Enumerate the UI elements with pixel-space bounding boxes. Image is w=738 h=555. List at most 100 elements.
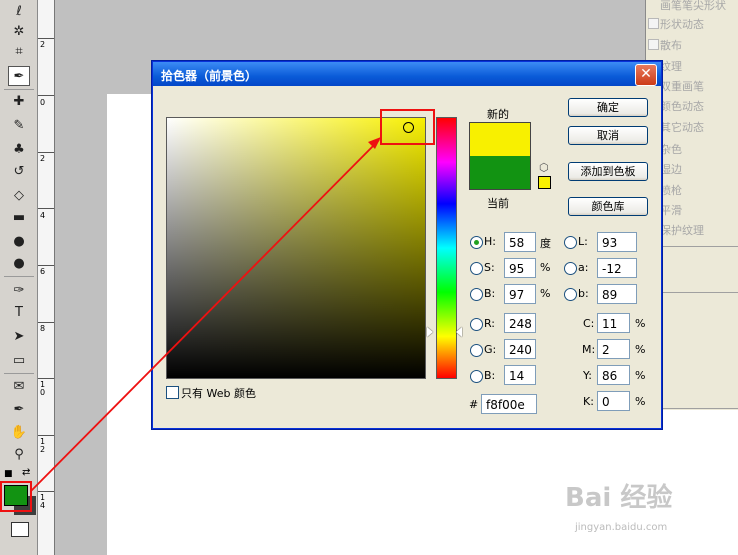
hex-field[interactable]: f8f00e bbox=[481, 394, 537, 414]
panel-item[interactable]: 湿边 bbox=[660, 161, 682, 177]
s-field[interactable]: 95 bbox=[504, 258, 536, 278]
type-icon[interactable]: T bbox=[9, 303, 29, 321]
panel-item[interactable]: 画笔笔尖形状 bbox=[660, 0, 726, 13]
watermark-url: jingyan.baidu.com bbox=[575, 522, 668, 533]
h-field[interactable]: 58 bbox=[504, 232, 536, 252]
l-radio[interactable] bbox=[564, 236, 577, 249]
dialog-titlebar[interactable]: 拾色器（前景色） ✕ bbox=[153, 62, 661, 86]
m-field[interactable]: 2 bbox=[597, 339, 630, 359]
ruler-tick bbox=[38, 378, 54, 379]
c-unit: % bbox=[635, 317, 646, 330]
h-radio[interactable] bbox=[470, 236, 483, 249]
color-libraries-button[interactable]: 颜色库 bbox=[568, 197, 648, 216]
current-color-swatch[interactable] bbox=[469, 156, 531, 190]
b-field[interactable]: 97 bbox=[504, 284, 536, 304]
swap-colors-icon[interactable]: ⇄ bbox=[22, 467, 30, 478]
panel-item[interactable]: 杂色 bbox=[660, 141, 682, 157]
s-unit: % bbox=[540, 261, 551, 274]
ruler-tick bbox=[38, 38, 54, 39]
web-colors-only-label: 只有 Web 颜色 bbox=[181, 387, 256, 400]
hex-label: # bbox=[469, 398, 479, 411]
k-unit: % bbox=[635, 395, 646, 408]
r-field[interactable]: 248 bbox=[504, 313, 536, 333]
y-field[interactable]: 86 bbox=[597, 365, 630, 385]
shape-icon[interactable]: ▭ bbox=[9, 351, 29, 369]
lab-b-field[interactable]: 89 bbox=[597, 284, 637, 304]
panel-item[interactable]: 散布 bbox=[660, 37, 682, 53]
close-button[interactable]: ✕ bbox=[635, 64, 657, 86]
panel-checkbox[interactable] bbox=[648, 39, 659, 50]
a-radio[interactable] bbox=[564, 262, 577, 275]
g-field[interactable]: 240 bbox=[504, 339, 536, 359]
path-select-icon[interactable]: ➤ bbox=[9, 327, 29, 345]
toolbox: ℓ ✲ ⌗ ✒ ✚ ✎ ♣ ↺ ◇ ▬ ● ● ✑ T ➤ ▭ ✉ ✒ ✋ ⚲ … bbox=[0, 0, 38, 555]
panel-checkbox[interactable] bbox=[648, 18, 659, 29]
color-field[interactable] bbox=[166, 117, 426, 379]
vertical-ruler: 2 0 2 4 6 8 1 0 1 2 1 4 bbox=[38, 0, 55, 555]
panel-item[interactable]: 颜色动态 bbox=[660, 98, 704, 114]
hue-slider-right-arrow-icon[interactable] bbox=[456, 327, 462, 337]
pen-icon[interactable]: ✑ bbox=[9, 281, 29, 299]
eyedropper-sample-icon[interactable]: ✒ bbox=[9, 400, 29, 418]
panel-item[interactable]: 喷枪 bbox=[660, 182, 682, 198]
new-color-label: 新的 bbox=[487, 108, 509, 121]
k-field[interactable]: 0 bbox=[597, 391, 630, 411]
ruler-tick bbox=[38, 435, 54, 436]
eraser-icon[interactable]: ◇ bbox=[9, 186, 29, 204]
rgb-b-field[interactable]: 14 bbox=[504, 365, 536, 385]
rgb-b-radio[interactable] bbox=[470, 370, 483, 383]
lab-b-radio[interactable] bbox=[564, 288, 577, 301]
dodge-icon[interactable]: ● bbox=[9, 254, 29, 272]
watermark-logo: Bai 经验 bbox=[565, 483, 673, 513]
magic-wand-icon[interactable]: ✲ bbox=[9, 22, 29, 40]
panel-item[interactable]: 其它动态 bbox=[660, 119, 704, 135]
gamut-color-swatch[interactable] bbox=[538, 176, 551, 189]
y-unit: % bbox=[635, 369, 646, 382]
web-colors-only-checkbox[interactable] bbox=[166, 386, 179, 399]
h-label: H: bbox=[484, 235, 496, 248]
default-colors-icon[interactable]: ■ bbox=[4, 469, 13, 479]
g-radio[interactable] bbox=[470, 344, 483, 357]
dialog-title: 拾色器（前景色） bbox=[161, 69, 258, 83]
gamut-warning-cube-icon[interactable]: ⬡ bbox=[539, 161, 549, 174]
hue-slider[interactable] bbox=[436, 117, 457, 379]
lab-b-label: b: bbox=[578, 287, 589, 300]
panel-item[interactable]: 保护纹理 bbox=[660, 222, 704, 238]
ruler-label: 1 4 bbox=[40, 493, 46, 510]
panel-item[interactable]: 纹理 bbox=[660, 58, 682, 74]
lasso-icon[interactable]: ℓ bbox=[9, 2, 29, 20]
eyedropper-icon[interactable]: ✒ bbox=[8, 66, 30, 86]
zoom-icon[interactable]: ⚲ bbox=[9, 445, 29, 463]
notes-icon[interactable]: ✉ bbox=[9, 377, 29, 395]
brush-icon[interactable]: ✎ bbox=[9, 116, 29, 134]
cancel-button[interactable]: 取消 bbox=[568, 126, 648, 145]
panel-item[interactable]: 平滑 bbox=[660, 202, 682, 218]
ok-button[interactable]: 确定 bbox=[568, 98, 648, 117]
foreground-color-swatch[interactable] bbox=[4, 485, 28, 506]
add-to-swatches-button[interactable]: 添加到色板 bbox=[568, 162, 648, 181]
s-radio[interactable] bbox=[470, 262, 483, 275]
gradient-icon[interactable]: ▬ bbox=[9, 208, 29, 226]
blur-icon[interactable]: ● bbox=[9, 232, 29, 250]
ruler-tick bbox=[38, 152, 54, 153]
k-label: K: bbox=[583, 395, 594, 408]
healing-brush-icon[interactable]: ✚ bbox=[9, 92, 29, 110]
hand-icon[interactable]: ✋ bbox=[9, 423, 29, 441]
color-field-marker-icon[interactable] bbox=[403, 122, 414, 133]
hue-slider-left-arrow-icon[interactable] bbox=[427, 327, 433, 337]
crop-icon[interactable]: ⌗ bbox=[9, 42, 29, 60]
a-field[interactable]: -12 bbox=[597, 258, 637, 278]
ruler-tick bbox=[38, 491, 54, 492]
g-label: G: bbox=[484, 343, 497, 356]
b-radio[interactable] bbox=[470, 288, 483, 301]
r-radio[interactable] bbox=[470, 318, 483, 331]
quick-mask-icon[interactable] bbox=[11, 522, 29, 537]
panel-item[interactable]: 双重画笔 bbox=[660, 78, 704, 94]
clone-stamp-icon[interactable]: ♣ bbox=[9, 140, 29, 158]
l-field[interactable]: 93 bbox=[597, 232, 637, 252]
history-brush-icon[interactable]: ↺ bbox=[9, 162, 29, 180]
new-color-swatch bbox=[469, 122, 531, 157]
ruler-label: 2 bbox=[40, 40, 46, 49]
c-field[interactable]: 11 bbox=[597, 313, 630, 333]
panel-item[interactable]: 形状动态 bbox=[660, 16, 704, 32]
